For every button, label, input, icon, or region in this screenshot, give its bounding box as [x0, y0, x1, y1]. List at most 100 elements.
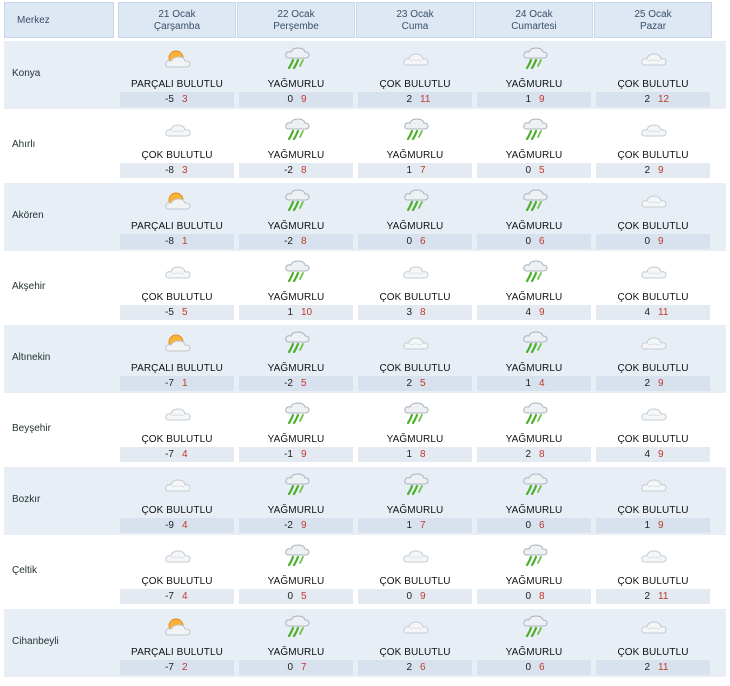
forecast-cell: PARÇALI BULUTLU -7 2: [118, 608, 236, 678]
max-temp: 11: [658, 591, 669, 602]
condition-label: ÇOK BULUTLU: [617, 292, 689, 303]
max-temp: 8: [301, 236, 307, 247]
temperature-strip: [358, 518, 472, 533]
cloud-icon: [401, 46, 431, 72]
forecast-cell: YAĞMURLU -2 5: [237, 324, 355, 394]
condition-label: ÇOK BULUTLU: [379, 576, 451, 587]
location-name[interactable]: Cihanbeyli: [12, 636, 59, 647]
min-temp: 0: [525, 520, 531, 531]
location-name[interactable]: Altınekin: [12, 352, 50, 363]
location-name[interactable]: Akören: [12, 210, 44, 221]
temperature-strip: [596, 92, 710, 107]
rain-icon: [520, 614, 550, 640]
table-row: Bozkır ÇOK BULUTLU -9 4 YAĞMURLU -2 9 YAĞMURLU 1…: [0, 466, 730, 536]
temperature-strip: [239, 234, 353, 249]
header-weekday: Çarşamba: [153, 21, 201, 32]
min-temp: 4: [525, 307, 531, 318]
min-temp: 1: [525, 378, 531, 389]
min-temp: 0: [525, 236, 531, 247]
forecast-cell: YAĞMURLU -2 8: [237, 182, 355, 252]
location-name[interactable]: Konya: [12, 68, 40, 79]
condition-label: ÇOK BULUTLU: [379, 79, 451, 90]
cloud-icon: [163, 117, 193, 143]
forecast-cell: YAĞMURLU 1 7: [356, 466, 474, 536]
max-temp: 5: [301, 591, 307, 602]
forecast-cell: ÇOK BULUTLU 1 9: [594, 466, 712, 536]
table-row: Konya PARÇALI BULUTLU -5 3 YAĞMURLU 0 9 ÇOK BUL…: [0, 40, 730, 110]
forecast-cell: YAĞMURLU 0 5: [237, 537, 355, 607]
max-temp: 4: [182, 520, 188, 531]
table-row: Cihanbeyli PARÇALI BULUTLU -7 2 YAĞMURLU 0 7 ÇO…: [0, 608, 730, 678]
temperature-strip: [120, 447, 234, 462]
condition-label: ÇOK BULUTLU: [379, 363, 451, 374]
forecast-cell: ÇOK BULUTLU -8 3: [118, 111, 236, 181]
header-date: 23 Ocak: [396, 9, 434, 20]
forecast-cell: ÇOK BULUTLU 4 11: [594, 253, 712, 323]
rain-icon: [401, 188, 431, 214]
min-temp: -7: [165, 662, 174, 673]
forecast-cell: YAĞMURLU 0 5: [475, 111, 593, 181]
condition-label: ÇOK BULUTLU: [617, 576, 689, 587]
forecast-cell: PARÇALI BULUTLU -7 1: [118, 324, 236, 394]
max-temp: 4: [182, 591, 188, 602]
temperature-strip: [120, 305, 234, 320]
min-temp: 2: [406, 378, 412, 389]
min-temp: 0: [644, 236, 650, 247]
min-temp: -2: [284, 236, 293, 247]
min-temp: 2: [406, 662, 412, 673]
forecast-cell: YAĞMURLU -2 9: [237, 466, 355, 536]
max-temp: 8: [539, 591, 545, 602]
forecast-cell: ÇOK BULUTLU 2 9: [594, 324, 712, 394]
temperature-strip: [239, 376, 353, 391]
location-name[interactable]: Beyşehir: [12, 423, 51, 434]
temperature-strip: [358, 660, 472, 675]
forecast-cell: YAĞMURLU 0 7: [237, 608, 355, 678]
temperature-strip: [477, 518, 591, 533]
forecast-table: Merkez 21 Ocak Çarşamba 22 Ocak Perşembe 23 …: [0, 0, 730, 686]
temperature-strip: [477, 447, 591, 462]
max-temp: 7: [420, 165, 426, 176]
condition-label: YAĞMURLU: [267, 576, 325, 587]
rain-icon: [282, 117, 312, 143]
max-temp: 6: [539, 662, 545, 673]
location-name[interactable]: Çeltik: [12, 565, 37, 576]
min-temp: -1: [284, 449, 293, 460]
cloud-icon: [639, 543, 669, 569]
temperature-strip: [358, 589, 472, 604]
condition-label: YAĞMURLU: [505, 363, 563, 374]
location-name[interactable]: Ahırlı: [12, 139, 35, 150]
location-name[interactable]: Bozkır: [12, 494, 40, 505]
forecast-cell: YAĞMURLU 4 9: [475, 253, 593, 323]
forecast-cell: ÇOK BULUTLU 4 9: [594, 395, 712, 465]
min-temp: 0: [525, 165, 531, 176]
temperature-strip: [358, 234, 472, 249]
table-row: Altınekin PARÇALI BULUTLU -7 1 YAĞMURLU -2 5 ÇO…: [0, 324, 730, 394]
table-row: Akören PARÇALI BULUTLU -8 1 YAĞMURLU -2 8 YAĞMU…: [0, 182, 730, 252]
forecast-cell: YAĞMURLU -2 8: [237, 111, 355, 181]
temperature-strip: [239, 589, 353, 604]
min-temp: -2: [284, 165, 293, 176]
max-temp: 3: [182, 165, 188, 176]
rain-icon: [520, 117, 550, 143]
min-temp: -8: [165, 165, 174, 176]
cloud-icon: [163, 259, 193, 285]
min-temp: 0: [406, 236, 412, 247]
min-temp: 0: [525, 662, 531, 673]
max-temp: 3: [182, 94, 188, 105]
min-temp: 0: [287, 591, 293, 602]
forecast-cell: ÇOK BULUTLU -9 4: [118, 466, 236, 536]
cloud-icon: [639, 472, 669, 498]
max-temp: 1: [182, 378, 188, 389]
cloud-icon: [401, 259, 431, 285]
temperature-strip: [120, 518, 234, 533]
min-temp: 1: [287, 307, 293, 318]
condition-label: ÇOK BULUTLU: [617, 221, 689, 232]
location-name[interactable]: Akşehir: [12, 281, 45, 292]
max-temp: 5: [420, 378, 426, 389]
forecast-cell: ÇOK BULUTLU 0 9: [356, 537, 474, 607]
forecast-cell: YAĞMURLU 1 9: [475, 40, 593, 110]
max-temp: 7: [420, 520, 426, 531]
temperature-strip: [477, 163, 591, 178]
temperature-strip: [358, 92, 472, 107]
max-temp: 9: [658, 236, 664, 247]
